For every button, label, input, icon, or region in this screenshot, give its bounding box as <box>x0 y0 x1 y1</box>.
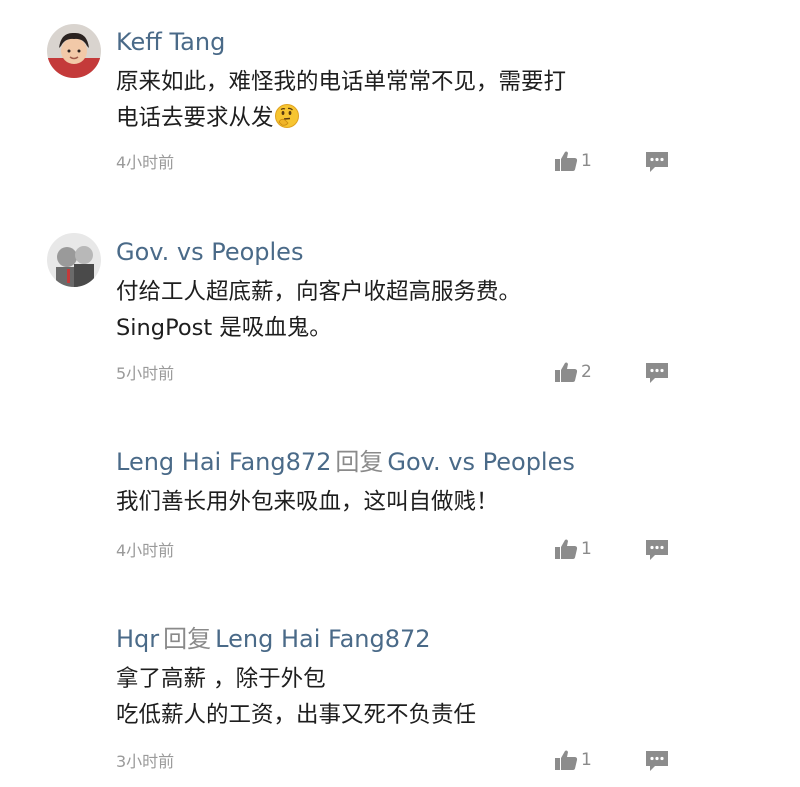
comment-author-line: Leng Hai Fang872 回复 Gov. vs Peoples <box>116 447 575 477</box>
like-count: 1 <box>581 151 592 171</box>
speech-bubble-icon <box>644 150 670 174</box>
thumbs-up-icon <box>554 749 578 771</box>
author-name[interactable]: Leng Hai Fang872 <box>116 448 331 476</box>
comment-time: 5小时前 <box>116 364 175 383</box>
author-name[interactable]: Keff Tang <box>116 28 225 56</box>
avatar[interactable] <box>47 24 101 78</box>
like-count: 1 <box>581 539 592 559</box>
reply-button[interactable] <box>644 150 670 174</box>
comment-body: 原来如此，难怪我的电话单常常不见，需要打 电话去要求从发 <box>116 64 566 136</box>
reply-target-name[interactable]: Leng Hai Fang872 <box>215 625 430 653</box>
like-button[interactable]: 2 <box>554 360 592 384</box>
comment-time: 4小时前 <box>116 541 175 560</box>
reply-button[interactable] <box>644 538 670 562</box>
reply-label: 回复 <box>335 448 384 476</box>
reply-label: 回复 <box>163 625 212 653</box>
thumbs-up-icon <box>554 538 578 560</box>
comment-author-line: Hqr 回复 Leng Hai Fang872 <box>116 624 431 654</box>
reply-button[interactable] <box>644 361 670 385</box>
comment-author-line: Gov. vs Peoples <box>116 237 303 267</box>
reply-target-name[interactable]: Gov. vs Peoples <box>387 448 574 476</box>
like-count: 2 <box>581 362 592 382</box>
author-name[interactable]: Hqr <box>116 625 159 653</box>
like-count: 1 <box>581 750 592 770</box>
reply-button[interactable] <box>644 749 670 773</box>
comment-text: 拿了高薪 ，除于外包 吃低薪人的工资，出事又死不负责任 <box>116 666 477 728</box>
thumbs-up-icon <box>554 361 578 383</box>
comment-text: 我们善长用外包来吸血，这叫自做贱！ <box>116 489 499 515</box>
avatar[interactable] <box>47 233 101 287</box>
comment-time: 3小时前 <box>116 752 175 771</box>
comment-author-line: Keff Tang <box>116 27 225 57</box>
like-button[interactable]: 1 <box>554 748 592 772</box>
comment-time: 4小时前 <box>116 153 175 172</box>
comment-text: 付给工人超底薪，向客户收超高服务费。 SingPost 是吸血鬼。 <box>116 279 522 341</box>
speech-bubble-icon <box>644 361 670 385</box>
comment-text: 原来如此，难怪我的电话单常常不见，需要打 电话去要求从发 <box>116 69 567 131</box>
author-name[interactable]: Gov. vs Peoples <box>116 238 303 266</box>
like-button[interactable]: 1 <box>554 537 592 561</box>
speech-bubble-icon <box>644 538 670 562</box>
thumbs-up-icon <box>554 150 578 172</box>
thinking-face-icon <box>274 103 300 129</box>
speech-bubble-icon <box>644 749 670 773</box>
like-button[interactable]: 1 <box>554 149 592 173</box>
